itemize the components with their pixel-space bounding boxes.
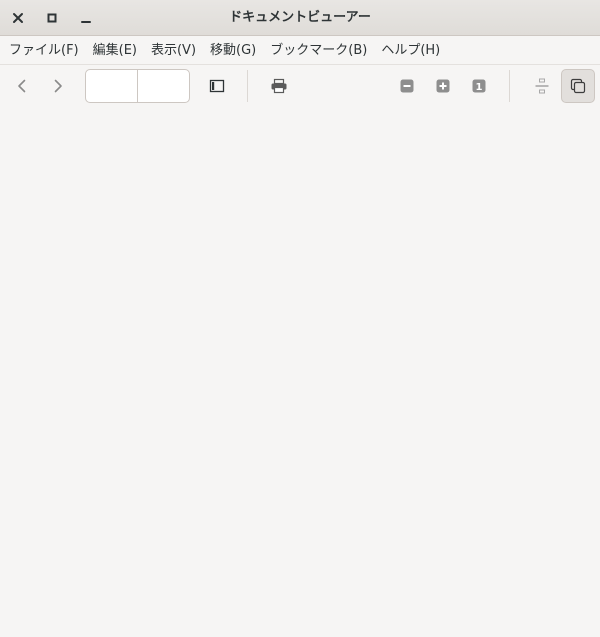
sidebar-toggle-icon — [209, 79, 225, 93]
toolbar-separator-2 — [509, 70, 510, 102]
print-button[interactable] — [262, 69, 296, 103]
zoom-out-button[interactable] — [390, 69, 424, 103]
close-button[interactable] — [5, 5, 31, 31]
current-page-input[interactable] — [86, 70, 138, 102]
menu-help[interactable]: ヘルプ(H) — [374, 36, 447, 65]
menu-file[interactable]: ファイル(F) — [2, 36, 86, 65]
menu-bookmarks[interactable]: ブックマーク(B) — [263, 36, 374, 65]
go-previous-icon — [18, 79, 26, 93]
dual-page-button[interactable] — [561, 69, 595, 103]
minimize-icon — [81, 21, 91, 23]
page-count-field — [138, 70, 189, 102]
minimize-button[interactable] — [73, 5, 99, 31]
toolbar-separator — [247, 70, 248, 102]
zoom-original-button[interactable]: 1 — [462, 69, 496, 103]
toolbar: 1 — [0, 65, 600, 107]
menu-go[interactable]: 移動(G) — [203, 36, 263, 65]
menu-bar: ファイル(F) 編集(E) 表示(V) 移動(G) ブックマーク(B) ヘルプ(… — [0, 36, 600, 65]
maximize-button[interactable] — [39, 5, 65, 31]
menu-view[interactable]: 表示(V) — [144, 36, 203, 65]
menu-edit[interactable]: 編集(E) — [86, 36, 144, 65]
print-icon — [271, 78, 287, 94]
page-entry — [85, 69, 190, 103]
zoom-original-label: 1 — [476, 82, 483, 93]
continuous-view-button[interactable] — [525, 69, 559, 103]
maximize-icon — [47, 13, 57, 23]
go-next-icon — [54, 79, 62, 93]
sidebar-toggle-button[interactable] — [200, 69, 234, 103]
next-page-button[interactable] — [41, 69, 75, 103]
zoom-out-icon — [400, 79, 414, 93]
dual-page-icon — [570, 78, 586, 94]
previous-page-button[interactable] — [5, 69, 39, 103]
document-view[interactable] — [0, 107, 600, 637]
zoom-in-icon — [436, 79, 450, 93]
close-icon — [13, 13, 23, 23]
zoom-original-icon: 1 — [472, 79, 486, 93]
title-bar: ドキュメントビューアー — [0, 0, 600, 36]
continuous-view-icon — [535, 78, 549, 94]
zoom-in-button[interactable] — [426, 69, 460, 103]
